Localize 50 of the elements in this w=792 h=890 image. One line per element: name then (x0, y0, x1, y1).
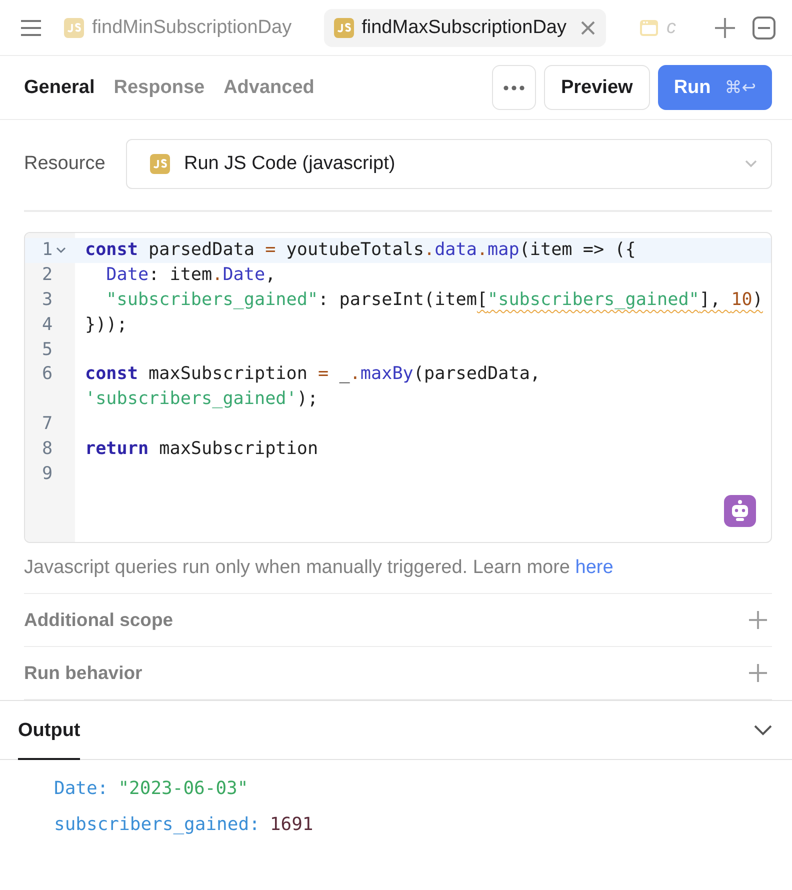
chevron-down-icon (745, 160, 757, 168)
line-number: 4 (42, 314, 53, 335)
output-tab[interactable]: Output (18, 701, 80, 760)
fold-icon[interactable] (56, 246, 66, 254)
code-line: const parsedData = youtubeTotals.data.map(item => ({ (84, 240, 636, 260)
resource-select[interactable]: Run JS Code (javascript) (126, 139, 772, 189)
section-header[interactable]: Additional scope (24, 594, 772, 647)
line-number: 1 (42, 240, 53, 260)
output-value: 1691 (270, 814, 314, 835)
section-tab[interactable]: Response (114, 76, 205, 98)
learn-more-link[interactable]: here (575, 557, 614, 578)
code-editor[interactable] (24, 232, 772, 543)
section-tab[interactable]: Advanced (224, 76, 314, 98)
code-line: Date: item.Date, (105, 265, 276, 286)
chevron-down-icon[interactable] (754, 724, 772, 736)
line-number: 5 (42, 340, 53, 360)
code-line: "subscribers_gained": parseInt(item["subscribers_gained"], 10) (105, 290, 763, 310)
code-line: const maxSubscription = _.maxBy(parsedData, (84, 364, 540, 384)
output-key: Date: (54, 778, 108, 799)
output-key: subscribers_gained: (54, 814, 260, 835)
run-button[interactable]: Run ⌘↩ (658, 65, 772, 110)
plus-icon[interactable] (748, 610, 768, 630)
plus-icon (714, 16, 736, 38)
more-button[interactable] (492, 65, 536, 110)
close-icon[interactable] (580, 20, 596, 36)
code-line: return maxSubscription (84, 438, 318, 459)
line-number: 6 (42, 364, 53, 384)
preview-button[interactable]: Preview (544, 65, 650, 110)
line-number: 3 (42, 290, 53, 310)
line-number: 2 (42, 265, 53, 286)
js-icon (150, 154, 170, 174)
line-number: 7 (42, 414, 53, 434)
minus-square-icon (752, 16, 776, 40)
ellipsis-icon (502, 84, 525, 90)
line-number: 9 (42, 464, 53, 484)
section-tab[interactable]: General (24, 76, 95, 98)
code-line: 'subscribers_gained'); (84, 389, 318, 410)
robot-icon[interactable] (724, 495, 756, 527)
resource-label: Resource (24, 153, 106, 175)
plus-icon[interactable] (748, 663, 768, 683)
menu-icon (20, 18, 42, 36)
js-icon (334, 18, 354, 38)
code-line: })); (84, 314, 128, 335)
file-tab[interactable]: findMaxSubscriptionDay (324, 8, 606, 46)
hint-text: Javascript queries run only when manually triggered. Learn more here (24, 557, 772, 594)
js-icon (64, 18, 84, 38)
window-icon (638, 18, 658, 36)
file-tab[interactable]: findMinSubscriptionDay (54, 8, 302, 46)
line-number: 8 (42, 438, 53, 459)
output-value: "2023-06-03" (118, 778, 248, 799)
